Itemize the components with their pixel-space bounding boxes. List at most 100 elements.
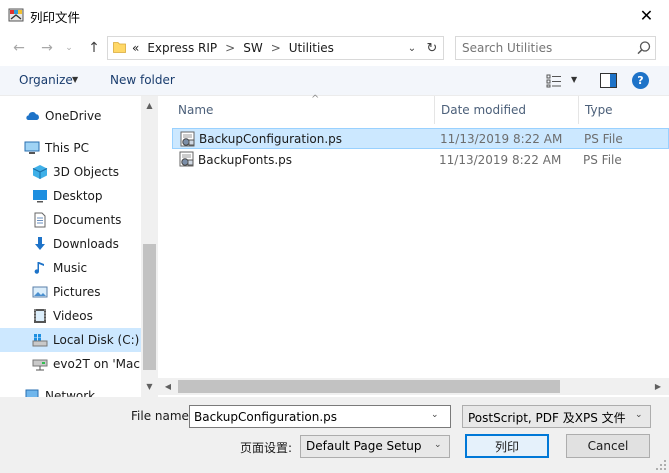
search-box [455,36,656,60]
scroll-right-icon[interactable]: ▶ [651,380,665,393]
new-folder-button[interactable]: New folder [110,73,175,87]
chevron-down-icon: ⌄ [65,43,73,53]
page-setup-value: Default Page Setup [306,439,422,453]
breadcrumb-item[interactable]: Utilities [289,41,334,55]
address-bar[interactable]: « Express RIP > SW > Utilities ⌄ ↻ [107,36,444,60]
breadcrumb-item[interactable]: SW [243,41,262,55]
caret-down-icon[interactable]: ▼ [72,75,78,84]
network-icon [25,389,39,397]
sidebar-item-label: Documents [53,213,122,227]
recent-locations-button[interactable]: ⌄ [62,38,76,58]
cancel-button[interactable]: Cancel [566,434,650,458]
arrow-right-icon: → [41,40,53,56]
forward-button[interactable]: → [36,38,58,58]
file-name-label: File name: [131,409,193,423]
cloud-icon [26,112,39,120]
organize-menu[interactable]: Organize [19,73,73,87]
address-dropdown-button[interactable]: ⌄ [404,40,420,56]
search-input[interactable] [462,40,632,56]
resize-grip-icon[interactable] [655,459,667,471]
scroll-down-icon[interactable]: ▼ [141,379,158,393]
help-icon[interactable]: ? [632,72,649,89]
chevron-down-icon: ⌄ [434,440,442,450]
caret-down-icon[interactable]: ▼ [571,75,577,84]
ps-file-icon [180,131,195,147]
file-row[interactable]: BackupConfiguration.ps 11/13/2019 8:22 A… [172,128,669,149]
arrow-up-icon: ↑ [88,40,100,56]
page-setup-select[interactable]: Default Page Setup ⌄ [300,435,450,458]
disk-icon [32,334,48,347]
column-header-name[interactable]: Name ^ [172,94,434,124]
sidebar-item-network[interactable]: Network [0,384,141,397]
refresh-button[interactable]: ↻ [423,39,441,57]
navigation-pane: OneDrive This PC 3D Objects Desktop Docu… [0,96,158,397]
column-header-label: Type [585,103,613,117]
sidebar-item-this-pc[interactable]: This PC [0,136,141,160]
file-date: 11/13/2019 8:22 AM [439,152,562,167]
breadcrumb-item[interactable]: Express RIP [147,41,217,55]
file-name-input[interactable] [194,409,426,425]
download-icon [35,237,45,250]
sidebar-item-evo2t[interactable]: evo2T on 'Mac' ( [0,352,152,376]
file-type: PS File [584,131,623,146]
command-bar: Organize ▼ New folder ▼ ? [0,66,669,96]
file-name-combobox: ⌄ [189,405,451,428]
file-name: BackupFonts.ps [198,152,293,167]
sidebar-item-videos[interactable]: Videos [0,304,141,328]
sidebar-scrollbar[interactable]: ▲ ▼ [141,96,158,397]
close-icon: ✕ [639,6,654,25]
file-row[interactable]: BackupFonts.ps 11/13/2019 8:22 AM PS Fil… [172,149,669,170]
view-options-icon[interactable] [546,74,562,88]
up-button[interactable]: ↑ [83,38,105,58]
ps-file-icon [179,151,194,167]
sidebar-item-label: This PC [45,141,89,155]
app-icon [8,8,24,22]
sidebar-item-3d-objects[interactable]: 3D Objects [0,160,141,184]
column-header-date[interactable]: Date modified [434,96,578,124]
sidebar-item-documents[interactable]: Documents [0,208,141,232]
file-type-select[interactable]: PostScript, PDF 及XPS 文件 (*.ps ⌄ [462,405,651,428]
column-header-type[interactable]: Type [578,96,669,124]
file-type-value: PostScript, PDF 及XPS 文件 (*.ps [468,411,628,425]
sidebar-item-onedrive[interactable]: OneDrive [0,104,141,128]
sidebar-item-label: Local Disk (C:) [53,333,140,347]
sidebar-item-label: Network [45,389,96,397]
chevron-down-icon[interactable]: ⌄ [431,410,439,420]
desktop-icon [33,190,47,203]
scrollbar-thumb[interactable] [178,380,560,393]
sidebar-item-label: 3D Objects [53,165,120,179]
folder-icon [113,42,126,53]
preview-pane-icon[interactable] [600,73,617,88]
horizontal-scrollbar[interactable]: ◀ ▶ [158,378,669,395]
close-button[interactable]: ✕ [624,0,669,31]
window-title: 列印文件 [30,10,81,25]
sidebar-item-local-disk[interactable]: Local Disk (C:) [0,328,141,352]
file-type: PS File [583,152,622,167]
music-icon [34,262,44,274]
arrow-left-icon: ← [13,40,25,56]
page-setup-label: 页面设置: [240,441,293,455]
sidebar-item-label: Downloads [53,237,119,251]
breadcrumb: « Express RIP > SW > Utilities [132,41,342,55]
breadcrumb-separator-icon[interactable]: > [271,41,281,55]
computer-icon [24,141,40,154]
print-button[interactable]: 列印 [465,434,549,458]
scroll-left-icon[interactable]: ◀ [161,380,175,393]
sidebar-item-desktop[interactable]: Desktop [0,184,141,208]
scrollbar-thumb[interactable] [143,244,156,370]
dialog-footer: File name: ⌄ PostScript, PDF 及XPS 文件 (*.… [0,397,669,473]
breadcrumb-separator-icon[interactable]: > [225,41,235,55]
back-button[interactable]: ← [8,38,30,58]
scroll-up-icon[interactable]: ▲ [141,98,158,112]
sidebar-item-music[interactable]: Music [0,256,141,280]
search-icon[interactable] [636,40,652,56]
sidebar-item-downloads[interactable]: Downloads [0,232,141,256]
file-list: Name ^ Date modified Type BackupConfigur… [158,94,669,397]
sidebar-item-label: Music [53,261,88,275]
sidebar-item-label: Pictures [53,285,101,299]
document-icon [34,212,46,228]
sidebar-item-label: Desktop [53,189,103,203]
breadcrumb-overflow[interactable]: « [132,41,139,55]
file-name: BackupConfiguration.ps [199,131,343,146]
sidebar-item-pictures[interactable]: Pictures [0,280,141,304]
